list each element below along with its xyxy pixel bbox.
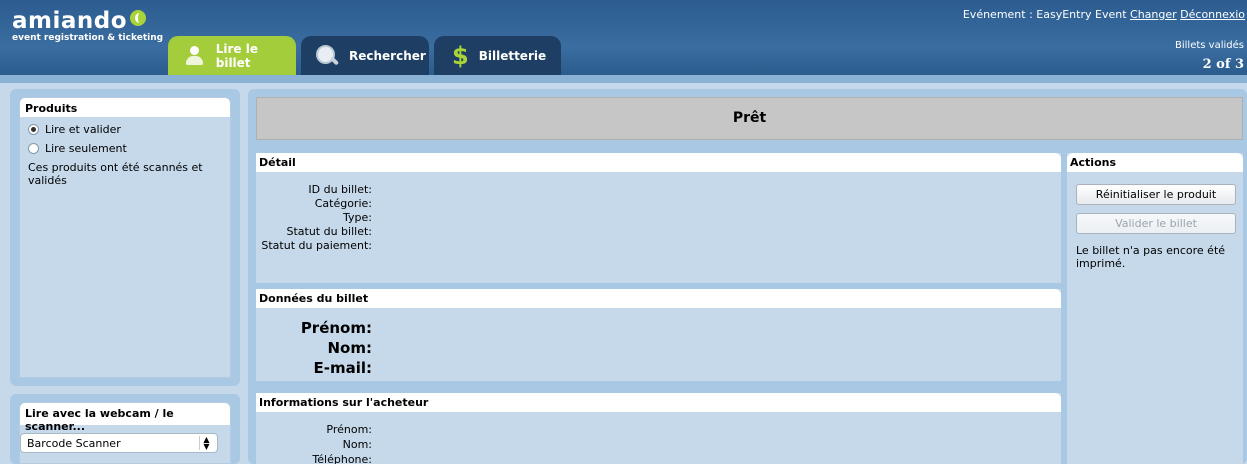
amiando-logo[interactable]: amiando event registration & ticketing	[12, 8, 164, 44]
tab-label: Lire le billet	[215, 42, 258, 70]
scanner-panel: Lire avec la webcam / le scanner... Barc…	[10, 394, 240, 464]
validated-count: 2 of 3	[1202, 57, 1244, 72]
logo-tagline: event registration & ticketing	[12, 33, 164, 43]
scanner-select-value: Barcode Scanner	[27, 437, 121, 450]
select-arrows-icon: ▲ ▼	[199, 436, 213, 451]
field-lastname-label: Nom:	[327, 339, 373, 357]
tab-search[interactable]: Rechercher	[301, 36, 429, 76]
scanner-select[interactable]: Barcode Scanner ▲ ▼	[20, 433, 218, 453]
actions-title: Actions	[1067, 153, 1243, 172]
validated-label: Billets validés	[1175, 40, 1244, 51]
products-note: Ces produits ont été scannés et validés	[28, 161, 203, 187]
field-firstname-label: Prénom:	[300, 319, 372, 337]
products-title: Produits	[20, 98, 230, 117]
field-type-label: Type:	[343, 211, 372, 224]
radio-button[interactable]	[28, 142, 39, 154]
change-event-link[interactable]: Changer	[1130, 8, 1177, 21]
actions-section: Actions Réinitialiser le produit Valider…	[1067, 153, 1243, 464]
buyer-info-title: Informations sur l'acheteur	[256, 393, 1061, 412]
dollar-icon: $	[452, 42, 469, 70]
status-bar: Prêt	[256, 97, 1243, 140]
radio-read-only[interactable]: Lire seulement	[28, 141, 230, 155]
tab-label: Billetterie	[478, 49, 547, 63]
validated-counter: Billets validés 2 of 3	[1175, 40, 1244, 72]
tab-read-ticket[interactable]: Lire le billet	[168, 36, 296, 76]
validate-ticket-button[interactable]: Valider le billet	[1076, 213, 1236, 234]
main-panel: Prêt Détail ID du billet: Catégorie: Typ…	[248, 89, 1247, 464]
field-buyer-lastname-label: Nom:	[342, 438, 372, 451]
radio-label: Lire seulement	[45, 141, 127, 155]
magnifier-icon	[315, 44, 339, 68]
radio-label: Lire et valider	[45, 122, 121, 136]
scanner-title: Lire avec la webcam / le scanner...	[20, 403, 230, 433]
buyer-info-section: Informations sur l'acheteur Prénom: Nom:…	[256, 393, 1061, 464]
field-buyer-phone-label: Téléphone:	[312, 453, 372, 464]
event-info: Evénement : EasyEntry Event Changer Déco…	[963, 8, 1245, 21]
header-divider	[0, 75, 1247, 83]
actions-note: Le billet n'a pas encore été imprimé.	[1076, 244, 1226, 270]
products-panel: Produits Lire et valider Lire seulement …	[10, 89, 240, 386]
field-ticket-status-label: Statut du billet:	[286, 225, 372, 238]
reset-product-button[interactable]: Réinitialiser le produit	[1076, 184, 1236, 205]
logo-text: amiando	[12, 8, 128, 34]
logo-mark-icon	[130, 10, 147, 26]
person-icon	[184, 46, 206, 66]
detail-section: Détail ID du billet: Catégorie: Type: St…	[256, 153, 1061, 283]
field-email-label: E-mail:	[313, 359, 372, 377]
ticket-data-title: Données du billet	[256, 289, 1061, 308]
radio-read-validate[interactable]: Lire et valider	[28, 122, 230, 136]
field-category-label: Catégorie:	[314, 197, 372, 210]
app-header: amiando event registration & ticketing L…	[0, 0, 1247, 78]
radio-button-checked[interactable]	[28, 123, 39, 135]
detail-title: Détail	[256, 153, 1061, 172]
event-name: Evénement : EasyEntry Event	[962, 8, 1127, 21]
logout-link[interactable]: Déconnexio	[1180, 8, 1245, 21]
field-ticket-id-label: ID du billet:	[308, 183, 372, 196]
field-buyer-firstname-label: Prénom:	[326, 423, 372, 436]
ticket-data-section: Données du billet Prénom: Nom: E-mail:	[256, 289, 1061, 381]
tab-ticketing[interactable]: $ Billetterie	[434, 36, 561, 76]
tab-label: Rechercher	[349, 49, 426, 63]
field-payment-status-label: Statut du paiement:	[261, 239, 372, 252]
